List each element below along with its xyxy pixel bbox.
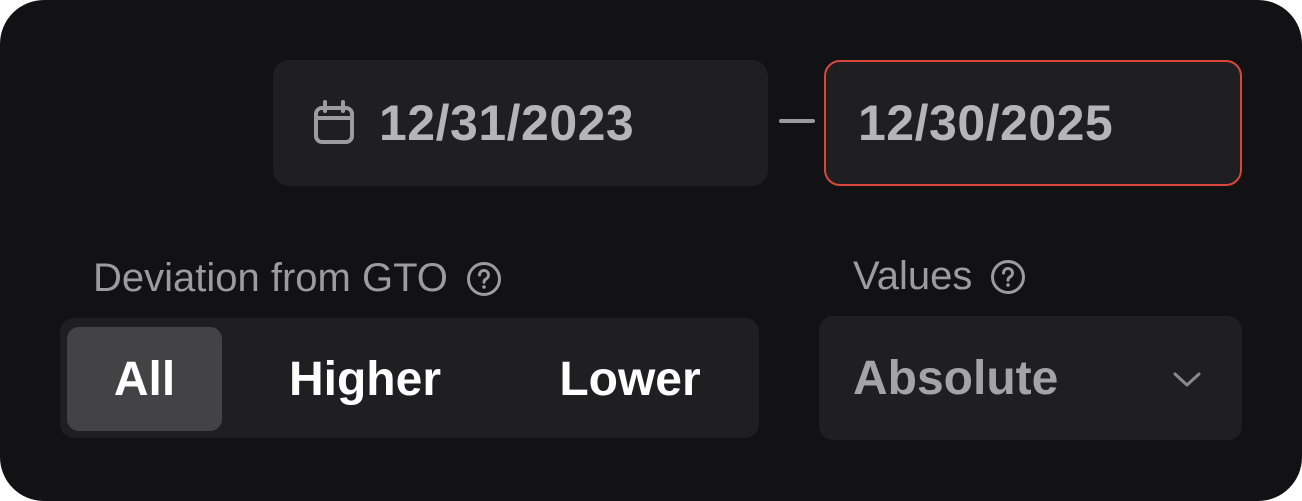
values-select[interactable]: Absolute	[819, 316, 1242, 440]
question-circle-icon[interactable]	[466, 261, 502, 297]
end-date-value: 12/30/2025	[858, 95, 1114, 151]
segment-higher[interactable]: Higher	[250, 327, 480, 431]
calendar-icon	[309, 98, 359, 148]
start-date-input[interactable]: 12/31/2023	[273, 60, 768, 186]
deviation-label-row: Deviation from GTO	[93, 256, 502, 301]
values-label-row: Values	[853, 254, 1026, 299]
values-label: Values	[853, 254, 973, 298]
chevron-down-icon	[1172, 364, 1202, 394]
start-date-value: 12/31/2023	[379, 95, 635, 151]
segment-lower[interactable]: Lower	[530, 327, 730, 431]
segment-all[interactable]: All	[67, 327, 222, 431]
deviation-label: Deviation from GTO	[93, 256, 448, 300]
end-date-input[interactable]: 12/30/2025	[824, 60, 1242, 186]
dash-icon	[779, 119, 815, 123]
question-circle-icon[interactable]	[990, 259, 1026, 295]
values-selected-value: Absolute	[853, 351, 1059, 405]
deviation-segmented-control: All Higher Lower	[60, 318, 759, 438]
filter-panel: 12/31/2023 12/30/2025 Deviation from GTO…	[0, 0, 1302, 501]
